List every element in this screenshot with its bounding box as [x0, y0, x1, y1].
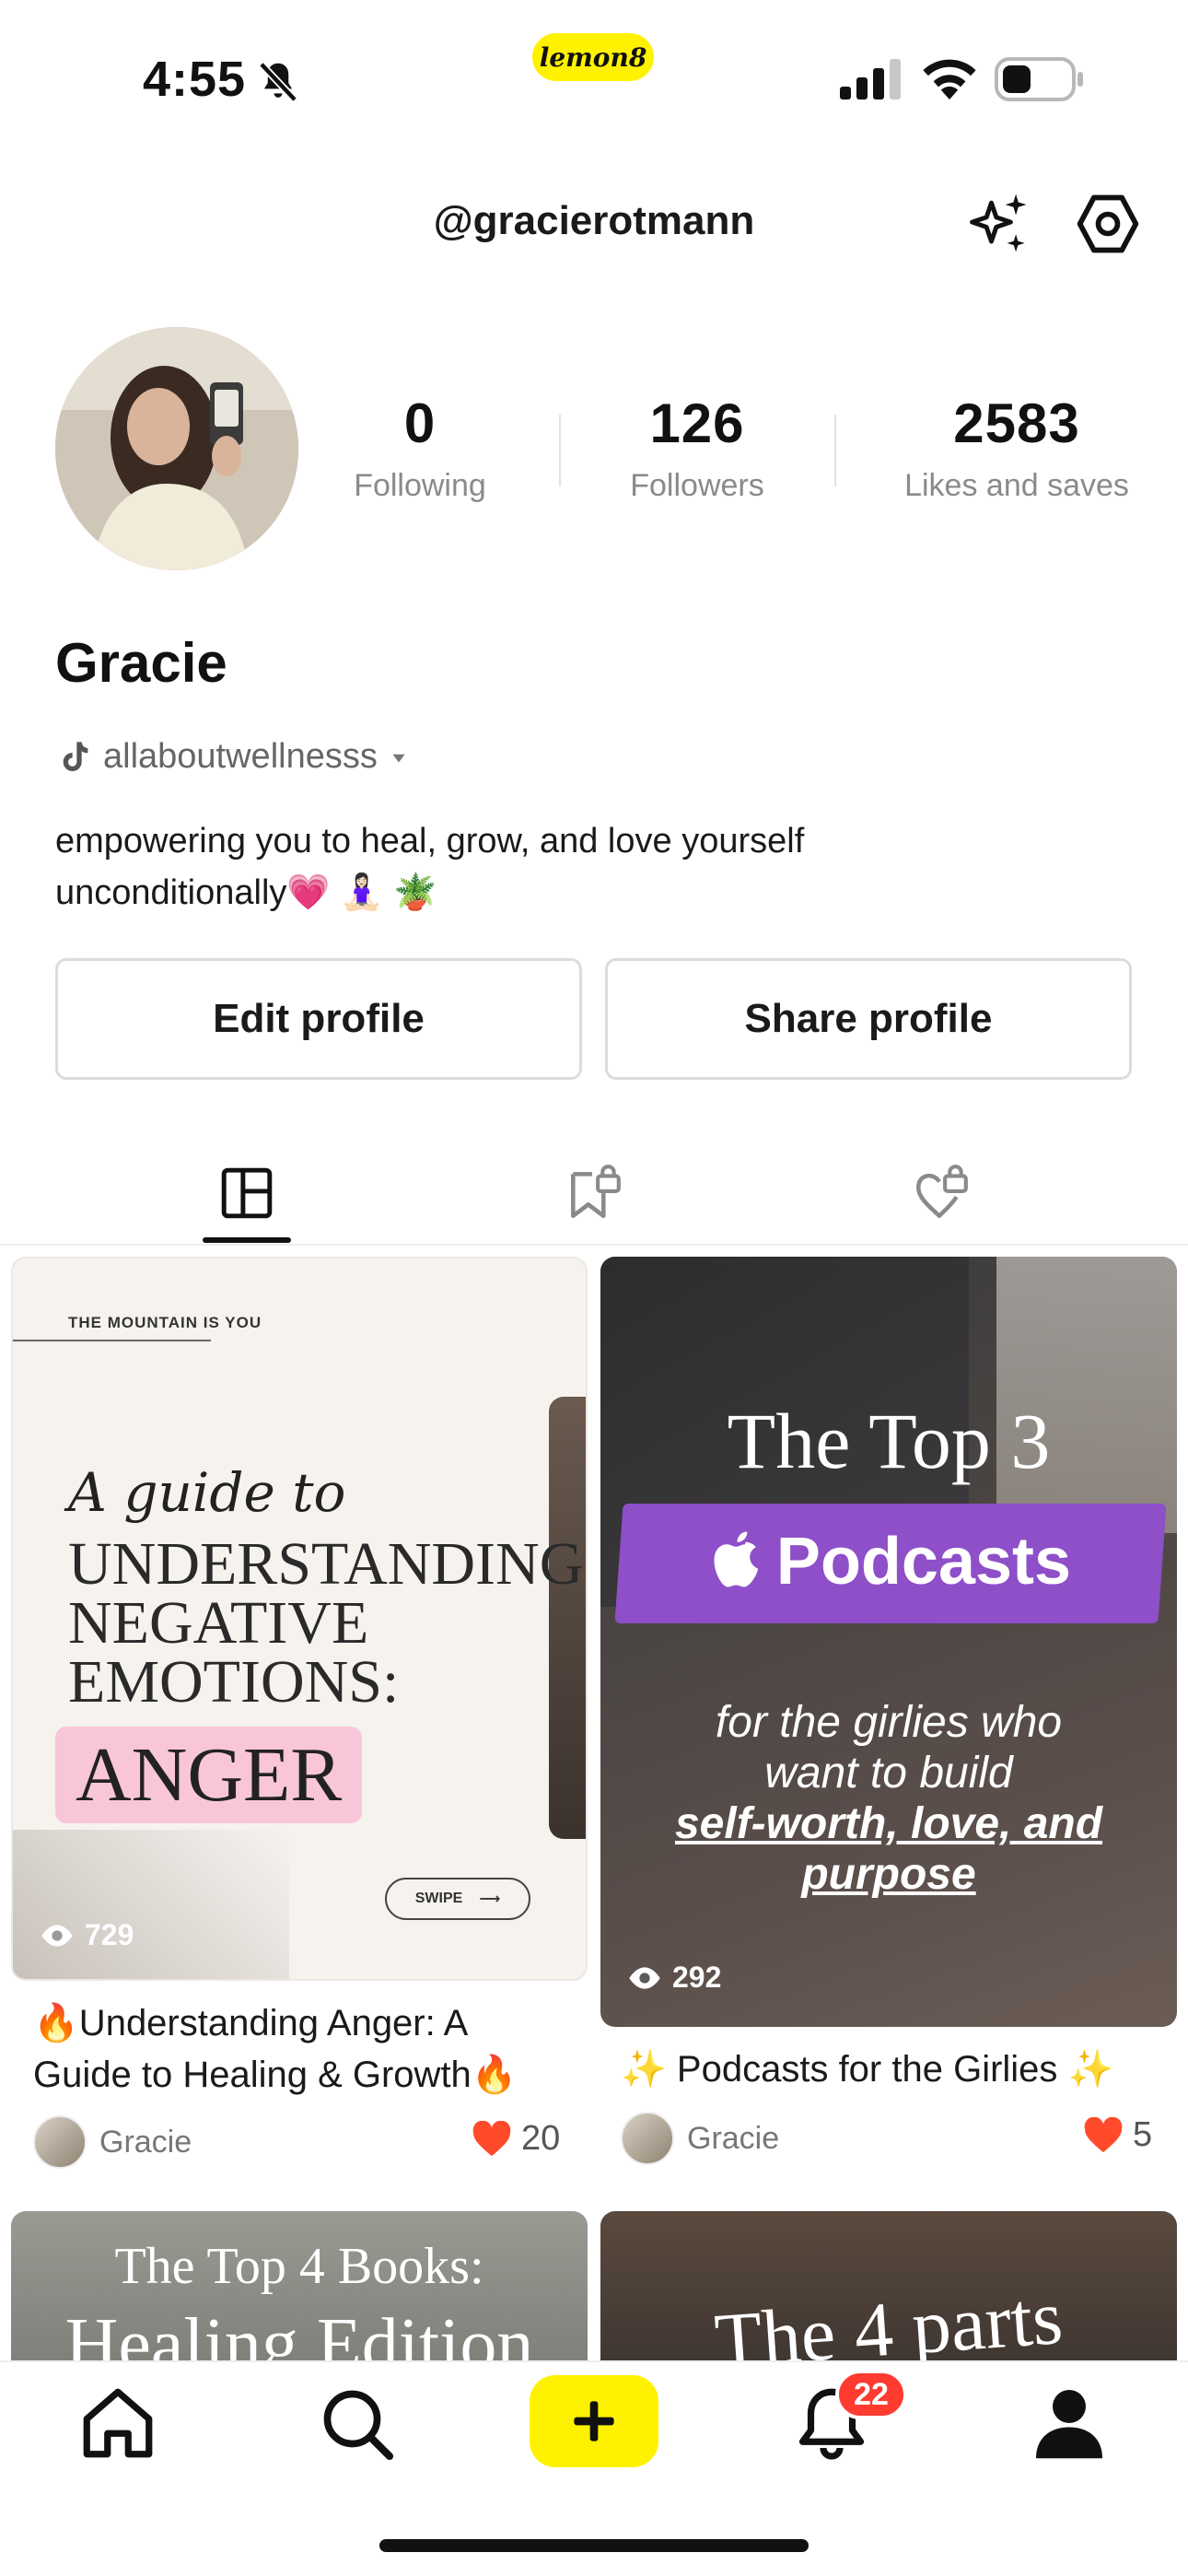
- cover-line: purpose: [801, 1850, 976, 1899]
- post-title[interactable]: 🔥Understanding Anger: A Guide to Healing…: [33, 1997, 577, 2101]
- tab-posts[interactable]: [192, 1142, 302, 1244]
- views-count: 292: [672, 1961, 722, 1994]
- author-avatar: [33, 2115, 87, 2169]
- home-indicator: [379, 2539, 809, 2552]
- plus-icon: [574, 2401, 614, 2441]
- author-avatar: [621, 2112, 674, 2165]
- post-title-line: Guide to Healing & Growth🔥: [33, 2055, 518, 2095]
- caret-down-icon: [392, 754, 405, 762]
- share-profile-button[interactable]: Share profile: [605, 958, 1132, 1080]
- heart-icon: [472, 2120, 511, 2156]
- status-time: 4:55: [143, 52, 247, 107]
- eye-icon: [629, 1966, 660, 1989]
- post-title-line: 🔥Understanding Anger: A: [33, 2003, 469, 2043]
- profile-person-icon[interactable]: [1028, 2382, 1111, 2465]
- eye-icon: [41, 1924, 73, 1947]
- post-views: 729: [39, 1918, 134, 1952]
- tab-liked[interactable]: [886, 1142, 996, 1244]
- cover-rule: [13, 1340, 211, 1341]
- bio-line: unconditionally💗 🧘🏻‍♀️ 🪴: [55, 873, 437, 912]
- wifi-icon: [923, 59, 976, 100]
- liked-locked-icon: [915, 1165, 968, 1219]
- post-author[interactable]: Gracie: [621, 2112, 779, 2165]
- cover-swipe-label: SWIPE: [414, 1891, 463, 1906]
- cellular-signal-icon: [840, 59, 901, 100]
- brand-logo: lemon8: [532, 33, 654, 81]
- post-title[interactable]: ✨ Podcasts for the Girlies ✨: [621, 2043, 1173, 2095]
- tiktok-icon: [63, 741, 88, 771]
- cover-body: for the girlies who want to build self-w…: [600, 1697, 1177, 1900]
- active-tab-indicator: [203, 1237, 291, 1243]
- cover-line: The 4 parts: [712, 2274, 1066, 2368]
- cover-highlight: ANGER: [55, 1727, 363, 1823]
- cover-line: for the girlies who: [715, 1698, 1063, 1747]
- post-card-parts[interactable]: The 4 parts: [600, 2211, 1177, 2368]
- linked-account[interactable]: allaboutwellnesss: [55, 737, 409, 777]
- cover-line: The Top 4 Books:: [114, 2238, 484, 2295]
- cover-line: EMOTIONS:: [68, 1648, 400, 1715]
- author-name: Gracie: [687, 2120, 780, 2156]
- sparkle-icon[interactable]: [965, 189, 1035, 259]
- settings-icon[interactable]: [1073, 189, 1143, 259]
- saved-locked-icon: [571, 1165, 621, 1219]
- apple-icon: [714, 1531, 758, 1587]
- views-count: 729: [85, 1918, 134, 1951]
- cover-tag: THE MOUNTAIN IS YOU: [68, 1314, 262, 1331]
- cover-script: A guide to: [68, 1461, 346, 1524]
- stat-divider: [559, 415, 561, 486]
- cover-shade: [13, 1830, 289, 1979]
- tabs-divider: [0, 1244, 1188, 1246]
- posts-grid-icon: [221, 1167, 273, 1219]
- create-post-button[interactable]: [530, 2375, 658, 2467]
- home-icon[interactable]: [76, 2382, 159, 2465]
- likes-count: 5: [1133, 2115, 1153, 2154]
- stat-likes-saves[interactable]: 2583 Likes and saves: [853, 392, 1181, 504]
- post-likes[interactable]: 20: [472, 2119, 560, 2159]
- stat-following[interactable]: 0 Following: [291, 392, 549, 504]
- bell-muted-icon: [259, 62, 297, 102]
- post-card-books[interactable]: The Top 4 Books: Healing Edition: [11, 2211, 588, 2368]
- cover-title: The Top 3: [727, 1397, 1051, 1485]
- post-card-podcasts[interactable]: The Top 3 Podcasts for the girlies who w…: [600, 1257, 1177, 2027]
- profile-avatar[interactable]: [55, 327, 298, 570]
- arrow-right-icon: ⟶: [479, 1891, 501, 1907]
- stat-divider: [834, 415, 836, 486]
- cover-line: self-worth, love, and: [674, 1799, 1103, 1848]
- edit-profile-button[interactable]: Edit profile: [55, 958, 582, 1080]
- cover-badge: Podcasts: [600, 1524, 1177, 1599]
- post-card-anger[interactable]: THE MOUNTAIN IS YOU A guide to UNDERSTAN…: [11, 1257, 588, 1981]
- likes-saves-count: 2583: [953, 392, 1080, 454]
- search-icon[interactable]: [315, 2382, 398, 2465]
- cover-line: NEGATIVE: [68, 1589, 369, 1657]
- profile-name: Gracie: [55, 632, 227, 694]
- author-name: Gracie: [99, 2124, 192, 2160]
- bio-line: empowering you to heal, grow, and love y…: [55, 822, 805, 861]
- heart-icon: [1084, 2116, 1123, 2152]
- following-count: 0: [403, 392, 437, 454]
- cover-line: Healing Edition: [64, 2304, 534, 2368]
- post-likes[interactable]: 5: [1083, 2115, 1152, 2155]
- cover-swipe: SWIPE ⟶: [385, 1878, 530, 1920]
- battery-icon: [995, 57, 1083, 101]
- cover-headline: UNDERSTANDING NEGATIVE EMOTIONS:: [68, 1530, 584, 1715]
- cover-line: UNDERSTANDING: [68, 1530, 584, 1598]
- profile-bio: empowering you to heal, grow, and love y…: [55, 815, 1124, 919]
- post-views: 292: [626, 1961, 721, 1995]
- following-label: Following: [354, 468, 486, 503]
- cover-line: want to build: [764, 1749, 1013, 1797]
- likes-count: 20: [521, 2119, 561, 2158]
- linked-account-name: allaboutwellnesss: [103, 737, 378, 776]
- notification-badge: 22: [835, 2370, 907, 2419]
- tab-saved[interactable]: [539, 1142, 649, 1244]
- followers-label: Followers: [630, 468, 764, 503]
- likes-saves-label: Likes and saves: [904, 468, 1129, 503]
- post-author[interactable]: Gracie: [33, 2115, 192, 2169]
- cover-badge-label: Podcasts: [775, 1525, 1072, 1598]
- followers-count: 126: [649, 392, 745, 454]
- stat-followers[interactable]: 126 Followers: [568, 392, 826, 504]
- profile-photo: [55, 327, 298, 570]
